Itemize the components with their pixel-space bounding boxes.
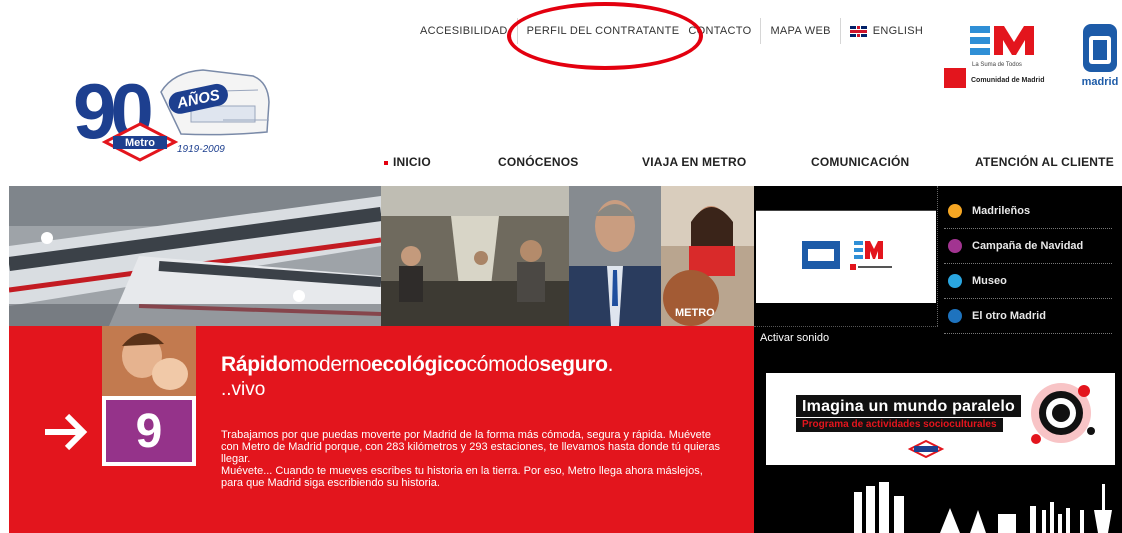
line-9-number: 9 [106,400,192,462]
tag-moderno: moderno [290,353,372,376]
mapa-web-link[interactable]: MAPA WEB [760,18,839,44]
banner-subtitle: Programa de actividades socioculturales [796,418,1003,432]
main-nav: INICIO CONÓCENOS VIAJA EN METRO COMUNICA… [384,155,1120,173]
promo-body: Trabajamos por que puedas moverte por Ma… [221,429,721,489]
banner-title: Imagina un mundo paralelo [796,395,1022,417]
nav-atencion-cliente[interactable]: ATENCIÓN AL CLIENTE [975,155,1114,169]
contacto-link[interactable]: CONTACTO [688,18,760,44]
nav-viaja-en-metro[interactable]: VIAJA EN METRO [642,155,746,169]
side-item-madrilenos[interactable]: Madrileños [944,194,1112,229]
perfil-contratante-link[interactable]: PERFIL DEL CONTRATANTE [516,18,689,44]
logo-years-text: 1919-2009 [177,144,225,155]
tag-ecologico: ecológico [371,353,467,376]
top-utility-nav: ACCESIBILIDAD PERFIL DEL CONTRATANTE CON… [411,18,932,44]
side-menu: Madrileños Campaña de Navidad Museo El o… [944,194,1112,334]
side-item-label: Museo [972,275,1007,287]
metro-sign-text: METRO [675,307,715,319]
side-item-label: Madrileños [972,205,1031,217]
ayuntamiento-madrid-logo[interactable]: madrid [1079,22,1121,92]
side-item-museo[interactable]: Museo [944,264,1112,299]
cm-flag-icon [944,68,966,88]
woman-photo: METRO [661,186,754,326]
side-item-label: Campaña de Navidad [972,240,1084,252]
comunidad-madrid-logo[interactable]: La Suma de Todos Comunidad de Madrid [944,24,1054,94]
promo-panel: 9 Rápidomodernoecológicocómodoseguro. ..… [9,326,754,533]
accesibilidad-link[interactable]: ACCESIBILIDAD [411,18,517,44]
logo-metro-text: Metro [125,137,155,149]
activar-sonido-link[interactable]: Activar sonido [760,332,829,344]
cyan-dot-icon [948,274,962,288]
train-interior-photo [381,186,569,326]
tag-dot: . [607,353,614,376]
nav-inicio-label: INICIO [393,155,431,169]
em-logo-graphic [970,26,1034,55]
side-item-otro-madrid[interactable]: El otro Madrid [944,299,1112,334]
active-bullet-icon [384,160,388,165]
line-9-badge[interactable]: 9 [102,396,196,466]
nav-inicio[interactable]: INICIO [384,155,431,169]
mundo-paralelo-banner[interactable]: Imagina un mundo paralelo Programa de ac… [766,373,1115,465]
tag-seguro: seguro [539,353,608,376]
mother-child-photo [102,326,196,396]
english-link[interactable]: ENGLISH [839,18,932,44]
purple-dot-icon [948,239,962,253]
nav-comunicacion[interactable]: COMUNICACIÓN [811,155,909,169]
hero-photo-strip: METRO [9,186,754,326]
uk-flag-icon [849,25,867,37]
promo-paragraph-2: Muévete... Cuando te mueves escribes tu … [221,465,703,489]
cm-sub-text: La Suma de Todos [972,62,1022,68]
cm-name-text: Comunidad de Madrid [971,77,1045,84]
side-item-campana-navidad[interactable]: Campaña de Navidad [944,229,1112,264]
side-item-label: El otro Madrid [972,310,1046,322]
metro-90-anos-logo[interactable]: 90 AÑOS Metro 1919-2009 [73,62,283,174]
promo-paragraph-1: Trabajamos por que puedas moverte por Ma… [221,429,720,465]
madrid-skyline-graphic [854,482,1112,533]
businessman-photo [569,186,661,326]
madrid-name-text: madrid [1082,76,1119,88]
train-exterior-photo [9,186,381,326]
arrow-right-icon[interactable] [43,412,89,452]
video-player[interactable] [756,210,936,303]
nav-conocenos[interactable]: CONÓCENOS [498,155,578,169]
video-frame-logos [802,241,892,270]
promo-subtag: ..vivo [221,379,266,400]
dotted-divider-bottom [754,326,938,327]
tag-comodo: cómodo [466,353,540,376]
english-label: ENGLISH [872,25,924,37]
right-column: Madrileños Campaña de Navidad Museo El o… [754,186,1122,533]
promo-tagline: Rápidomodernoecológicocómodoseguro. [221,353,613,377]
tag-rapido: Rápido [221,353,291,376]
blue-dot-icon [948,309,962,323]
dotted-divider [937,186,938,326]
orange-dot-icon [948,204,962,218]
